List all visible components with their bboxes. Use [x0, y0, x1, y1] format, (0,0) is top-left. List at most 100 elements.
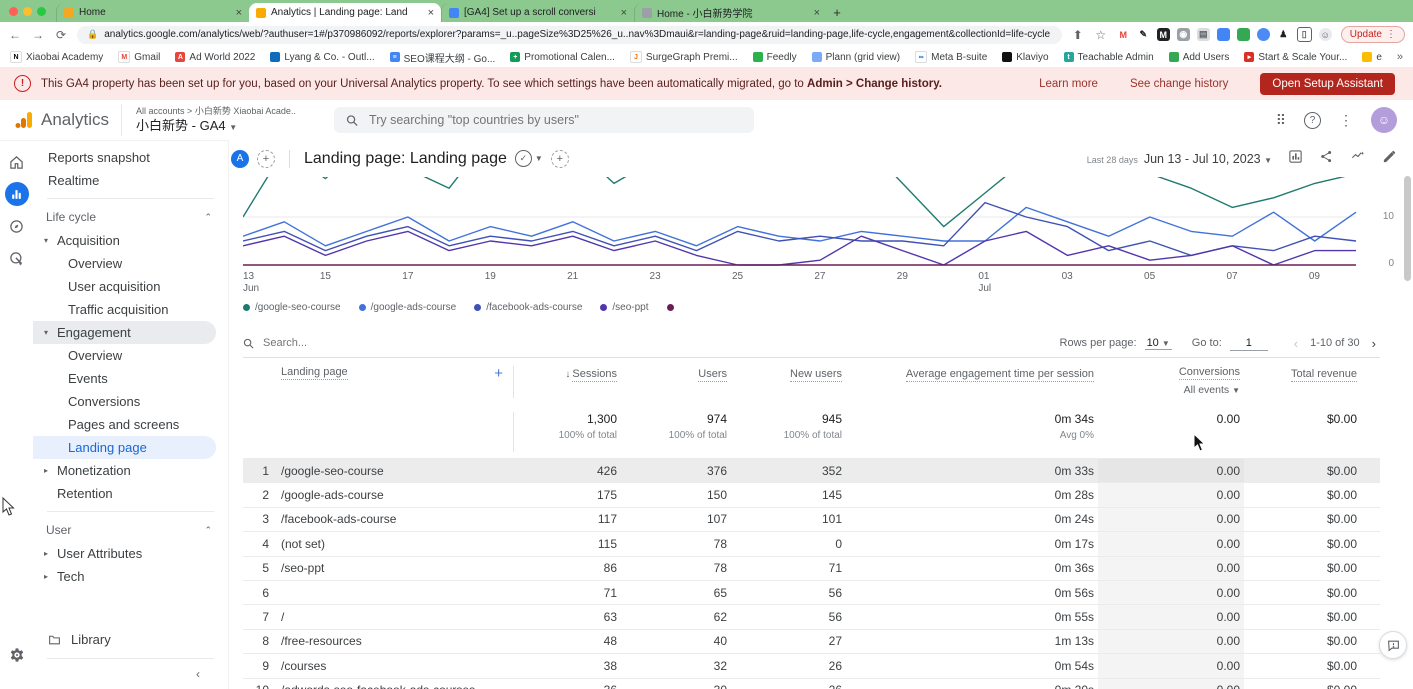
browser-menu-icon[interactable]: ⋮: [1386, 29, 1396, 40]
home-nav-icon[interactable]: [5, 150, 29, 174]
chevron-right-icon[interactable]: ▸: [44, 572, 57, 581]
rows-per-page-select[interactable]: 10 ▼: [1145, 337, 1172, 350]
table-row[interactable]: 2 /google-ads-course 175 150 145 0m 28s …: [243, 482, 1380, 506]
new-tab-button[interactable]: +: [827, 3, 847, 22]
table-row[interactable]: 3 /facebook-ads-course 117 107 101 0m 24…: [243, 507, 1380, 531]
col-new-users[interactable]: New users: [790, 368, 842, 382]
sidebar-item-overview[interactable]: Overview: [33, 252, 228, 275]
admin-gear-icon[interactable]: [5, 643, 29, 667]
blue-circle-extension-icon[interactable]: [1257, 28, 1270, 41]
legend-item[interactable]: /google-seo-course: [243, 302, 341, 313]
share-report-icon[interactable]: [1319, 149, 1334, 169]
vertical-scrollbar-thumb[interactable]: [1404, 176, 1411, 281]
sidebar-item-retention[interactable]: Retention: [33, 482, 228, 505]
blue-extension-icon[interactable]: [1217, 28, 1230, 41]
chevron-right-icon[interactable]: ▸: [44, 549, 57, 558]
col-users[interactable]: Users: [698, 368, 727, 382]
conversions-event-filter[interactable]: All events ▼: [1184, 384, 1240, 396]
edit-report-icon[interactable]: [1382, 149, 1397, 169]
add-report-tab-button[interactable]: +: [551, 150, 569, 168]
sidebar-item-traffic-acquisition[interactable]: Traffic acquisition: [33, 298, 228, 321]
side-panel-icon[interactable]: ▯: [1297, 27, 1312, 42]
collapse-section-icon[interactable]: ⌃: [204, 525, 212, 536]
table-row[interactable]: 1 /google-seo-course 426 376 352 0m 33s …: [243, 458, 1380, 482]
sidebar-item-acquisition[interactable]: ▾Acquisition: [33, 229, 228, 252]
sidebar-item-landing-page[interactable]: Landing page: [33, 436, 216, 459]
reports-nav-icon[interactable]: [5, 182, 29, 206]
user-avatar[interactable]: ☺: [1371, 107, 1397, 133]
back-icon[interactable]: ←: [8, 28, 22, 42]
table-row[interactable]: 9 /courses 38 32 26 0m 54s 0.00 $0.00: [243, 653, 1380, 677]
url-field[interactable]: 🔒 analytics.google.com/analytics/web/?au…: [77, 26, 1062, 44]
prev-page-icon[interactable]: ‹: [1290, 336, 1302, 351]
bookmark-item[interactable]: JSurgeGraph Premi...: [630, 51, 738, 63]
browser-tab[interactable]: Analytics | Landing page: Land×: [249, 3, 441, 22]
tab-close-icon[interactable]: ×: [236, 7, 242, 19]
bookmark-item[interactable]: Add Users: [1169, 52, 1230, 63]
camera-extension-icon[interactable]: ◉: [1177, 28, 1190, 41]
forward-icon[interactable]: →: [31, 28, 45, 42]
analytics-search-bar[interactable]: [334, 107, 754, 133]
legend-item[interactable]: /google-ads-course: [359, 302, 457, 313]
legend-item[interactable]: [667, 304, 679, 311]
bookmark-star-icon[interactable]: ☆: [1094, 28, 1108, 42]
maximize-window-button[interactable]: [37, 7, 46, 16]
sidebar-item-user[interactable]: User⌃: [33, 518, 228, 542]
table-row[interactable]: 5 /seo-ppt 86 78 71 0m 36s 0.00 $0.00: [243, 556, 1380, 580]
see-change-history-link[interactable]: See change history: [1130, 78, 1228, 90]
gmail-extension-icon[interactable]: M: [1117, 28, 1130, 41]
tab-close-icon[interactable]: ×: [814, 7, 820, 19]
sidebar-item-engagement[interactable]: ▾Engagement: [33, 321, 216, 344]
bookmark-item[interactable]: tTeachable Admin: [1064, 52, 1154, 63]
learn-more-link[interactable]: Learn more: [1039, 78, 1098, 90]
table-row[interactable]: 7 / 63 62 56 0m 55s 0.00 $0.00: [243, 604, 1380, 628]
comparison-chip[interactable]: A: [231, 150, 249, 168]
bookmark-item[interactable]: Klaviyo: [1002, 52, 1048, 63]
table-row[interactable]: 8 /free-resources 48 40 27 1m 13s 0.00 $…: [243, 629, 1380, 653]
pin-extension-icon[interactable]: ♟: [1277, 28, 1290, 41]
chevron-down-icon[interactable]: ▾: [44, 328, 57, 337]
sidebar-item-life-cycle[interactable]: Life cycle⌃: [33, 205, 228, 229]
bookmark-item[interactable]: MGmail: [118, 51, 160, 63]
chrome-update-button[interactable]: Update ⋮: [1341, 26, 1405, 43]
col-landing-page[interactable]: Landing page: [281, 366, 348, 380]
col-conversions[interactable]: Conversions: [1179, 366, 1240, 380]
browser-tab[interactable]: [GA4] Set up a scroll conversi×: [441, 3, 634, 22]
table-search[interactable]: [243, 336, 1060, 350]
report-status-chip[interactable]: ✓ ▼: [515, 150, 543, 167]
legend-item[interactable]: /facebook-ads-course: [474, 302, 582, 313]
chevron-down-icon[interactable]: ▾: [44, 236, 57, 245]
legend-item[interactable]: /seo-ppt: [600, 302, 648, 313]
bookmark-item[interactable]: ≡SEO课程大纲 - Go...: [390, 50, 496, 65]
advertising-nav-icon[interactable]: [5, 246, 29, 270]
bookmark-item[interactable]: Lyang & Co. - Outl...: [270, 52, 374, 63]
bookmark-item[interactable]: +Promotional Calen...: [510, 52, 615, 63]
goto-page-input[interactable]: [1230, 336, 1268, 351]
sidebar-item-events[interactable]: Events: [33, 367, 228, 390]
library-item[interactable]: Library: [33, 626, 228, 652]
sidebar-item-reports-snapshot[interactable]: Reports snapshot: [33, 146, 228, 169]
tab-close-icon[interactable]: ×: [621, 7, 627, 19]
analytics-search-input[interactable]: [367, 112, 742, 128]
bookmarks-overflow-icon[interactable]: »: [1397, 51, 1403, 63]
chevron-right-icon[interactable]: ▸: [44, 466, 57, 475]
sidebar-item-monetization[interactable]: ▸Monetization: [33, 459, 228, 482]
feedback-button[interactable]: [1379, 631, 1407, 659]
col-sessions[interactable]: Sessions: [572, 368, 617, 382]
table-row[interactable]: 6 71 65 56 0m 56s 0.00 $0.00: [243, 580, 1380, 604]
bookmark-item[interactable]: NXiaobai Academy: [10, 51, 103, 63]
bookmark-item[interactable]: Plann (grid view): [812, 52, 900, 63]
explore-nav-icon[interactable]: [5, 214, 29, 238]
analytics-logo[interactable]: Analytics: [0, 110, 121, 130]
reload-icon[interactable]: ⟳: [54, 28, 68, 42]
sidebar-item-user-acquisition[interactable]: User acquisition: [33, 275, 228, 298]
gray-extension-icon[interactable]: ▤: [1197, 28, 1210, 41]
browser-profile-icon[interactable]: ☺: [1319, 28, 1332, 41]
bookmark-item[interactable]: ∞Meta B-suite: [915, 51, 987, 63]
kebab-menu-icon[interactable]: ⋮: [1339, 112, 1353, 129]
m-extension-icon[interactable]: M: [1157, 28, 1170, 41]
sidebar-item-pages-and-screens[interactable]: Pages and screens: [33, 413, 228, 436]
share-icon[interactable]: ⬆: [1071, 28, 1085, 42]
sidebar-item-tech[interactable]: ▸Tech: [33, 565, 228, 588]
table-row[interactable]: 4 (not set) 115 78 0 0m 17s 0.00 $0.00: [243, 531, 1380, 555]
